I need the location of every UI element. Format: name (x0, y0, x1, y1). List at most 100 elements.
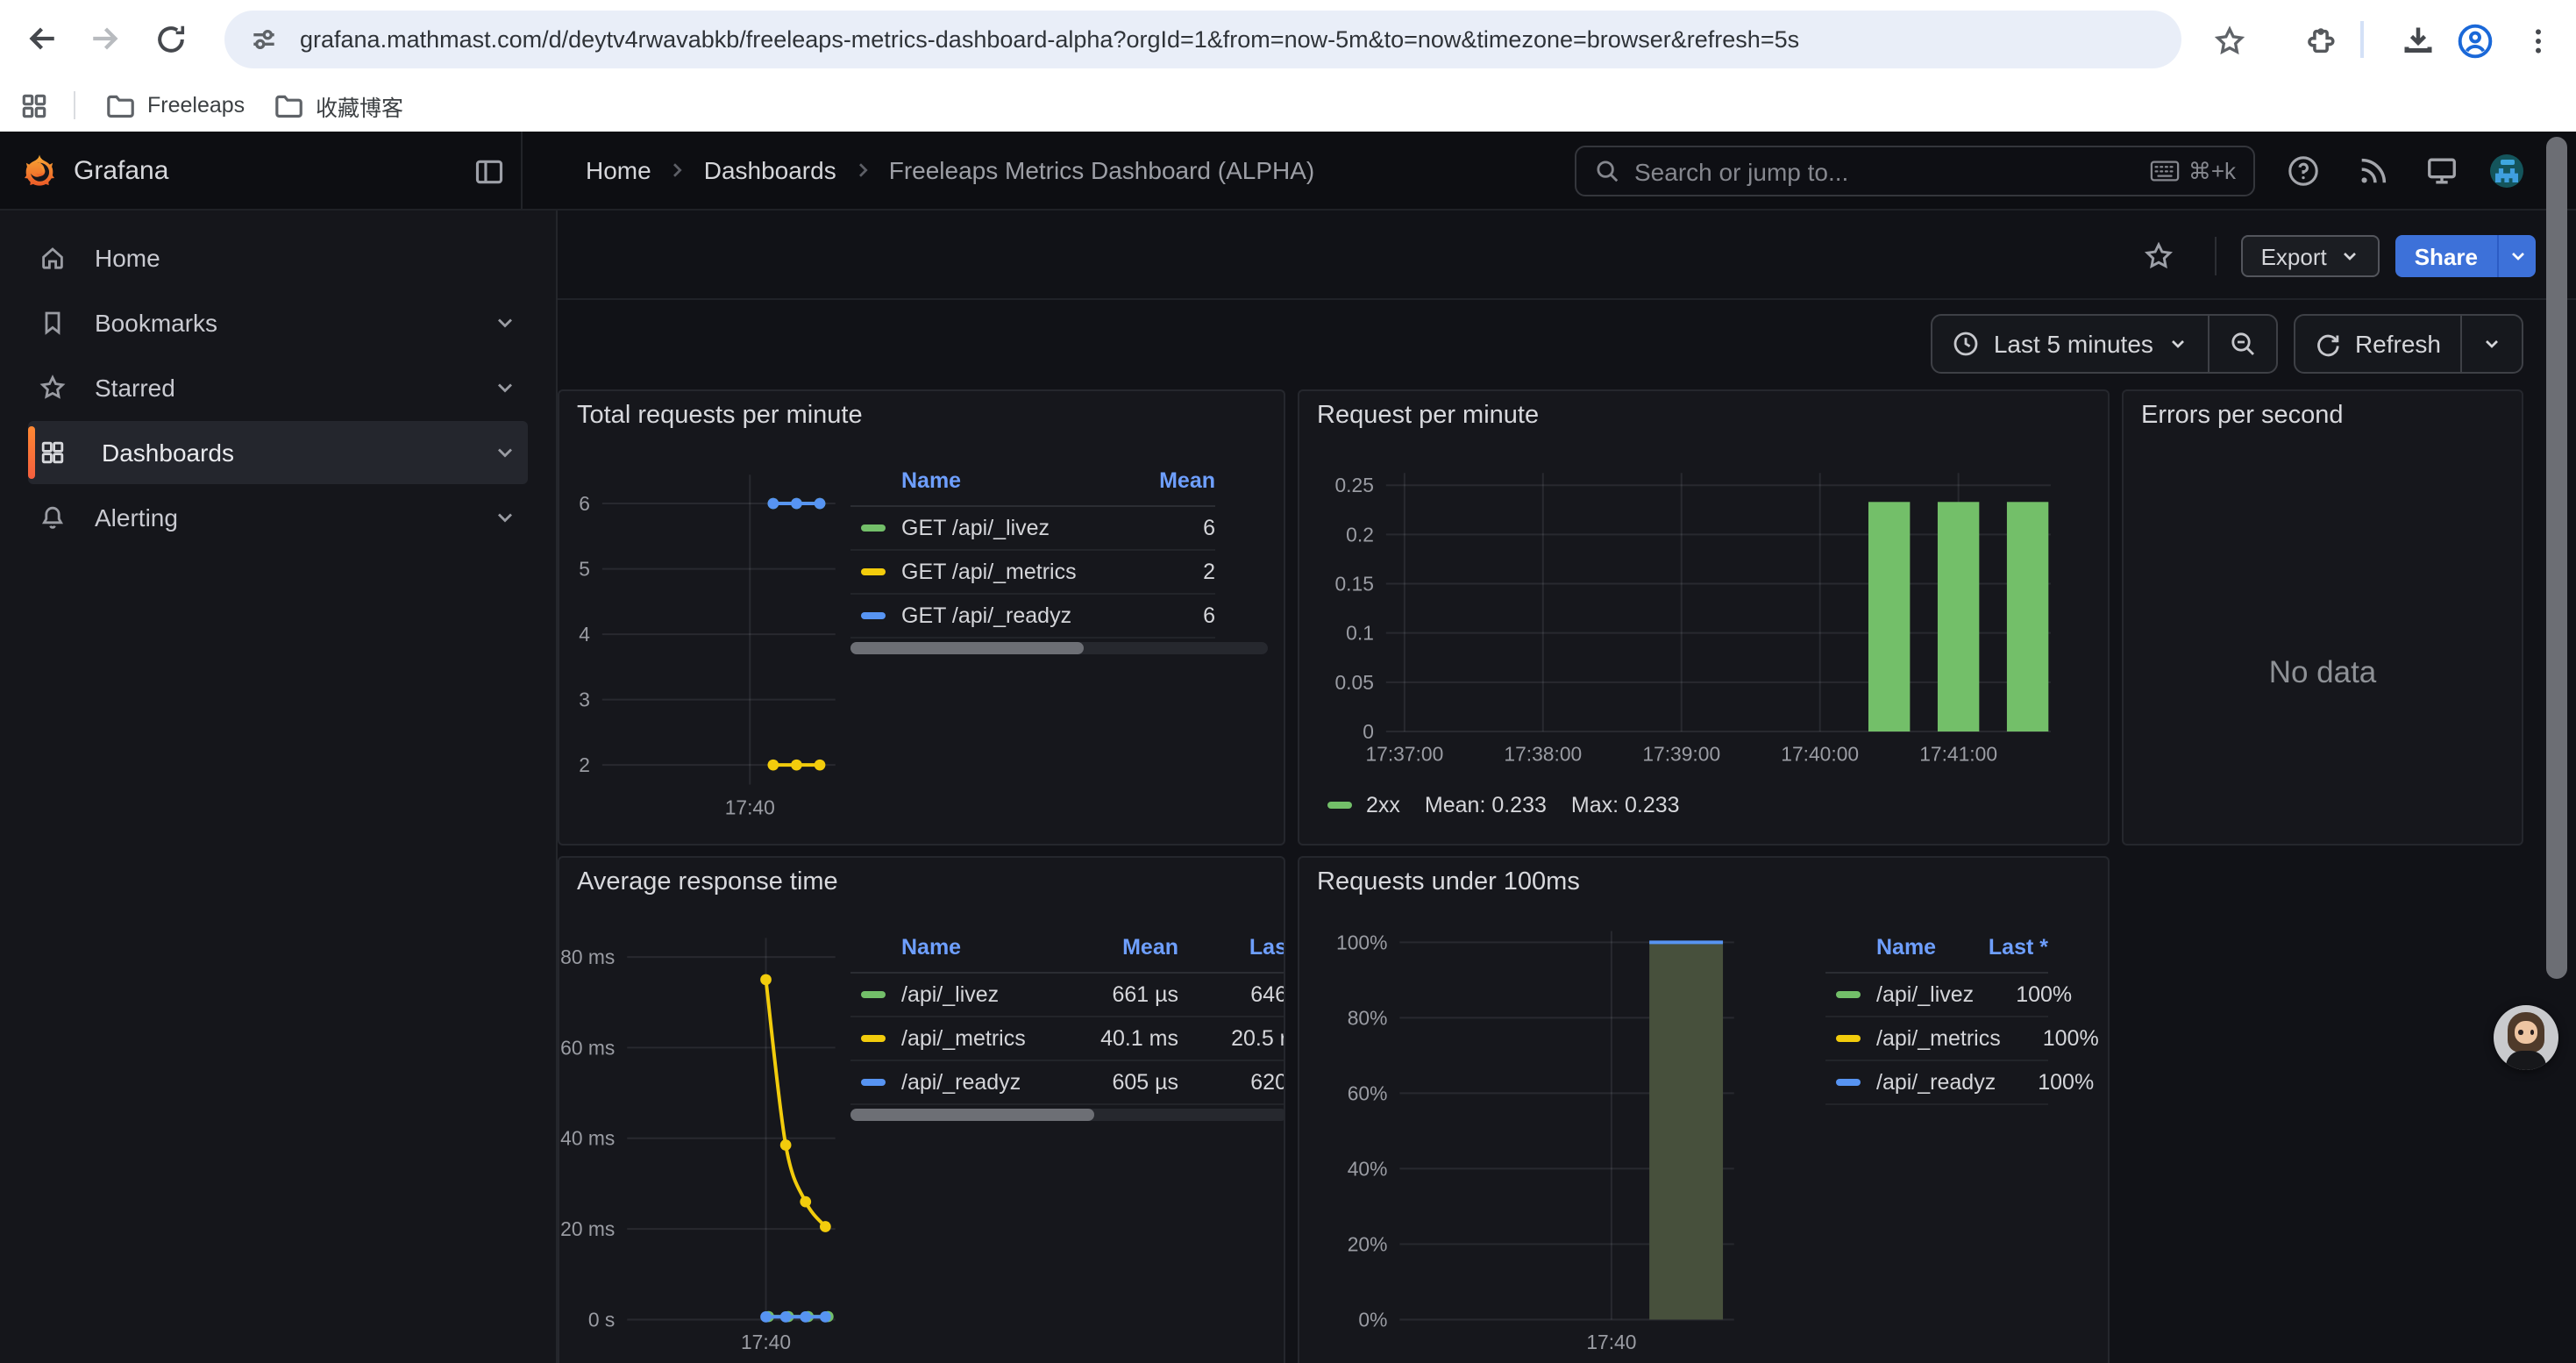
no-data-message: No data (2124, 654, 2522, 691)
svg-text:40 ms: 40 ms (560, 1127, 615, 1150)
bar-chart[interactable]: 00.050.10.150.20.2517:37:0017:38:0017:39… (1299, 391, 2108, 844)
series-swatch (861, 1035, 886, 1043)
series-swatch (861, 612, 886, 620)
search-input[interactable]: Search or jump to... ⌘+k (1575, 146, 2255, 196)
url-bar[interactable]: grafana.mathmast.com/d/deytv4rwavabkb/fr… (224, 11, 2181, 68)
legend-row[interactable]: /api/_livez661 µs646 (850, 974, 1285, 1017)
panel-request-per-minute[interactable]: Request per minute 00.050.10.150.20.2517… (1298, 389, 2110, 846)
legend-row[interactable]: /api/_readyz100% (1825, 1061, 2048, 1105)
downloads-button[interactable] (2388, 11, 2448, 70)
panel-errors-per-second[interactable]: Errors per second No data (2122, 389, 2523, 846)
page-scrollbar-thumb[interactable] (2546, 137, 2567, 979)
series-swatch (861, 991, 886, 999)
breadcrumb-current: Freeleaps Metrics Dashboard (ALPHA) (889, 156, 1315, 184)
panel-legend-inline[interactable]: 2xx Mean: 0.233 Max: 0.233 (1327, 793, 1680, 817)
panel-title[interactable]: Average response time (577, 868, 838, 896)
profile-button[interactable] (2444, 11, 2504, 70)
sidebar-item-alerting[interactable]: Alerting (28, 486, 528, 549)
legend-row[interactable]: GET /api/_livez6 (850, 507, 1215, 551)
monitor-icon (2425, 154, 2459, 188)
bookmark-star-button[interactable] (2199, 11, 2259, 70)
sidebar-mega-menu: Home Bookmarks Starred Dashboards Alerti… (0, 211, 558, 1363)
sidebar-item-label: Dashboards (102, 439, 234, 467)
apps-grid-button[interactable] (4, 75, 63, 135)
legend-header[interactable]: NameMean (850, 465, 1215, 507)
sidebar-item-dashboards[interactable]: Dashboards (28, 421, 528, 484)
sidebar-item-bookmarks[interactable]: Bookmarks (28, 291, 528, 354)
reload-button[interactable] (140, 9, 200, 68)
chevron-down-icon[interactable] (493, 440, 517, 465)
back-button[interactable] (12, 9, 72, 68)
monitor-button[interactable] (2425, 154, 2459, 188)
chevron-down-icon (2339, 246, 2360, 267)
legend-row[interactable]: GET /api/_readyz6 (850, 595, 1215, 639)
legend-row[interactable]: /api/_readyz605 µs620 (850, 1061, 1285, 1105)
chevron-down-icon[interactable] (493, 310, 517, 335)
url-text: grafana.mathmast.com/d/deytv4rwavabkb/fr… (300, 26, 1799, 53)
panel-requests-under-100ms[interactable]: Requests under 100ms 0%20%40%60%80%100%1… (1298, 856, 2110, 1363)
svg-text:17:40:00: 17:40:00 (1781, 743, 1859, 766)
panel-title[interactable]: Requests under 100ms (1317, 868, 1580, 896)
sidebar-item-home[interactable]: Home (28, 226, 528, 289)
panel-average-response-time[interactable]: Average response time 0 s20 ms40 ms60 ms… (558, 856, 1285, 1363)
chevron-right-icon (667, 160, 688, 181)
home-icon (39, 244, 67, 272)
svg-text:0: 0 (1363, 720, 1374, 743)
mega-menu-toggle-button[interactable] (470, 153, 509, 191)
zoom-out-button[interactable] (2208, 316, 2276, 372)
legend-row[interactable]: GET /api/_metrics2 (850, 551, 1215, 595)
chevron-down-icon[interactable] (493, 375, 517, 400)
share-button[interactable]: Share (2395, 235, 2497, 277)
legend-row[interactable]: /api/_metrics100% (1825, 1017, 2048, 1061)
legend-scrollbar[interactable] (850, 1109, 1285, 1121)
browser-toolbar: grafana.mathmast.com/d/deytv4rwavabkb/fr… (0, 0, 2576, 79)
panel-title[interactable]: Total requests per minute (577, 402, 863, 430)
legend-row[interactable]: /api/_metrics40.1 ms20.5 r (850, 1017, 1285, 1061)
star-icon (39, 374, 67, 402)
sidebar-item-label: Starred (95, 374, 175, 402)
sidebar-item-starred[interactable]: Starred (28, 356, 528, 419)
panel-title[interactable]: Request per minute (1317, 402, 1539, 430)
chevron-down-icon (2167, 333, 2188, 354)
kebab-menu-icon (2523, 25, 2552, 55)
legend-header[interactable]: NameMeanLas (850, 931, 1285, 974)
refresh-button[interactable]: Refresh (2295, 316, 2460, 372)
sidebar-item-label: Bookmarks (95, 309, 217, 337)
time-range-label: Last 5 minutes (1994, 330, 2153, 358)
refresh-group: Refresh (2294, 314, 2523, 374)
extensions-button[interactable] (2290, 11, 2350, 70)
bookmark-folder-freeleaps[interactable]: Freeleaps (91, 82, 259, 128)
breadcrumb: Home Dashboards Freeleaps Metrics Dashbo… (586, 132, 1314, 209)
share-menu-button[interactable] (2497, 235, 2536, 277)
breadcrumb-home[interactable]: Home (586, 156, 651, 184)
breadcrumb-dashboards[interactable]: Dashboards (704, 156, 836, 184)
browser-menu-button[interactable] (2508, 11, 2567, 70)
chevron-down-icon (2507, 246, 2528, 267)
legend-scrollbar-thumb[interactable] (850, 642, 1085, 654)
series-swatch (1836, 1079, 1861, 1087)
legend-header[interactable]: NameLast * (1825, 931, 2048, 974)
grafana-app: Grafana Home Dashboards Freeleaps Metric… (0, 132, 2576, 1363)
bookmark-icon (39, 309, 67, 337)
time-range-picker[interactable]: Last 5 minutes (1932, 316, 2208, 372)
news-button[interactable] (2357, 154, 2390, 188)
dashboards-grid-icon (39, 439, 67, 467)
panel-total-requests-per-minute[interactable]: Total requests per minute 2345617:40 Nam… (558, 389, 1285, 846)
legend-row[interactable]: /api/_livez100% (1825, 974, 2048, 1017)
chevron-down-icon[interactable] (493, 505, 517, 530)
legend-scrollbar-thumb[interactable] (850, 1109, 1095, 1121)
export-button[interactable]: Export (2242, 235, 2380, 277)
site-settings-icon[interactable] (249, 25, 279, 54)
refresh-interval-button[interactable] (2460, 316, 2522, 372)
favorite-dashboard-button[interactable] (2135, 232, 2184, 281)
user-avatar-button[interactable] (2490, 154, 2523, 188)
series-swatch (1836, 1035, 1861, 1043)
bookmark-folder-label: 收藏博客 (316, 89, 403, 122)
legend-scrollbar[interactable] (850, 642, 1268, 654)
floating-assistant-avatar[interactable] (2494, 1005, 2558, 1070)
help-button[interactable] (2287, 154, 2320, 188)
panel-title[interactable]: Errors per second (2141, 402, 2344, 430)
forward-button[interactable] (75, 9, 135, 68)
svg-text:60%: 60% (1348, 1081, 1388, 1104)
bookmark-folder-favorites[interactable]: 收藏博客 (260, 82, 417, 128)
